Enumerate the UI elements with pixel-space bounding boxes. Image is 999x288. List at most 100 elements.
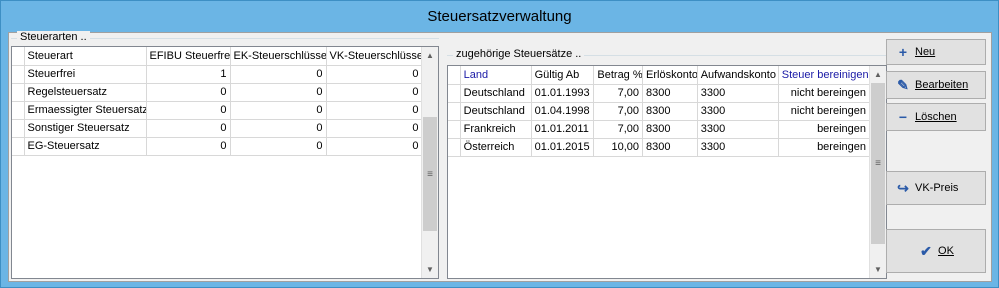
tax-rates-group: zugehörige Steuersätze .. Land Gültig Ab… [447,48,889,279]
row-indicator[interactable] [12,101,25,120]
table-cell[interactable]: 8300 [642,84,698,103]
col-header-land[interactable]: Land [460,66,532,85]
client-area: Steuerarten .. Steuerart EFIBU Steuerfre… [8,31,992,282]
scroll-up-icon[interactable]: ▲ [422,47,438,64]
table-cell[interactable]: 0 [230,65,327,84]
table-cell[interactable]: 0 [326,101,423,120]
scroll-thumb[interactable]: ≡ [871,83,885,244]
col-header-erloeskonto[interactable]: Erlöskonto [642,66,698,85]
table-cell[interactable]: 01.04.1998 [531,102,595,121]
scroll-up-icon[interactable]: ▲ [870,66,886,83]
row-indicator[interactable] [448,138,461,157]
price-icon: ↪ [897,179,909,196]
row-indicator[interactable] [448,102,461,121]
table-cell[interactable]: 10,00 [593,138,644,157]
table-cell[interactable]: 3300 [697,138,779,157]
table-cell[interactable]: nicht bereingen [778,84,871,103]
table-cell[interactable]: 0 [230,83,327,102]
tax-rates-header-row: Land Gültig Ab Betrag % Erlöskonto Aufwa… [448,66,871,85]
col-header-aufwandskonto[interactable]: Aufwandskonto [697,66,779,85]
table-cell[interactable]: 0 [326,119,423,138]
delete-button[interactable]: − Löschen [886,103,986,131]
table-cell[interactable]: 0 [146,119,231,138]
table-row[interactable]: Sonstiger Steuersatz 0 0 0 [12,119,423,138]
table-cell[interactable]: Sonstiger Steuersatz [24,119,147,138]
edit-button[interactable]: ✎ Bearbeiten [886,71,986,99]
table-row[interactable]: EG-Steuersatz 0 0 0 [12,137,423,156]
row-indicator[interactable] [448,84,461,103]
tax-types-header-row: Steuerart EFIBU Steuerfrei EK-Steuerschl… [12,47,423,66]
tax-rates-grid[interactable]: Land Gültig Ab Betrag % Erlöskonto Aufwa… [447,65,887,279]
table-cell[interactable]: 3300 [697,84,779,103]
row-indicator[interactable] [12,119,25,138]
table-row[interactable]: Deutschland 01.04.1998 7,00 8300 3300 nicht b… [448,102,871,121]
row-indicator[interactable] [448,120,461,139]
tax-rates-scrollbar[interactable]: ▲ ≡ ▼ [869,66,886,278]
col-header-efibu[interactable]: EFIBU Steuerfrei [146,47,231,66]
table-cell[interactable]: Frankreich [460,120,532,139]
main-window: Steuersatzverwaltung Steuerarten .. Steu… [0,0,999,288]
tax-types-table: Steuerart EFIBU Steuerfrei EK-Steuerschl… [12,47,423,156]
table-cell[interactable]: 0 [326,65,423,84]
tax-types-group: Steuerarten .. Steuerart EFIBU Steuerfre… [11,31,439,279]
table-cell[interactable]: 01.01.1993 [531,84,595,103]
row-indicator[interactable] [12,83,25,102]
row-indicator[interactable] [12,65,25,84]
col-header-steuer-bereinigen[interactable]: Steuer bereinigen [778,66,871,85]
ok-button[interactable]: ✔ OK [886,229,986,273]
row-indicator[interactable] [12,137,25,156]
col-header-vk[interactable]: VK-Steuerschlüssel [326,47,423,66]
table-cell[interactable]: 8300 [642,138,698,157]
table-cell[interactable]: 7,00 [593,120,644,139]
table-row[interactable]: Steuerfrei 1 0 0 [12,65,423,84]
table-cell[interactable]: Deutschland [460,102,532,121]
table-cell[interactable]: Regelsteuersatz [24,83,147,102]
minus-icon: − [898,109,908,125]
table-cell[interactable]: Steuerfrei [24,65,147,84]
new-button[interactable]: + Neu [886,39,986,65]
table-cell[interactable]: 1 [146,65,231,84]
table-cell[interactable]: 0 [146,137,231,156]
col-header-steuerart[interactable]: Steuerart [24,47,147,66]
table-cell[interactable]: 01.01.2015 [531,138,595,157]
col-header-ek[interactable]: EK-Steuerschlüssel [230,47,327,66]
table-cell[interactable]: 0 [230,137,327,156]
table-row[interactable]: Ermaessigter Steuersatz 0 0 0 [12,101,423,120]
table-cell[interactable]: EG-Steuersatz [24,137,147,156]
table-cell[interactable]: 0 [326,137,423,156]
table-row[interactable]: Österreich 01.01.2015 10,00 8300 3300 bereing… [448,138,871,157]
new-button-label: Neu [915,46,936,58]
scroll-down-icon[interactable]: ▼ [422,261,438,278]
table-cell[interactable]: 7,00 [593,84,644,103]
table-cell[interactable]: 7,00 [593,102,644,121]
table-cell[interactable]: 0 [326,83,423,102]
table-cell[interactable]: Österreich [460,138,532,157]
table-row[interactable]: Deutschland 01.01.1993 7,00 8300 3300 nicht b… [448,84,871,103]
tax-types-grid[interactable]: Steuerart EFIBU Steuerfrei EK-Steuerschl… [11,46,439,279]
delete-button-label: Löschen [915,111,957,123]
table-cell[interactable]: bereingen [778,120,871,139]
table-cell[interactable]: 3300 [697,120,779,139]
table-row[interactable]: Regelsteuersatz 0 0 0 [12,83,423,102]
pencil-icon: ✎ [897,76,909,93]
tax-rates-group-label: zugehörige Steuersätze .. [453,48,585,60]
table-cell[interactable]: Ermaessigter Steuersatz [24,101,147,120]
vk-price-button[interactable]: ↪ VK-Preis [886,171,986,205]
table-row[interactable]: Frankreich 01.01.2011 7,00 8300 3300 bereinge… [448,120,871,139]
table-cell[interactable]: 0 [230,119,327,138]
tax-types-scrollbar[interactable]: ▲ ≡ ▼ [421,47,438,278]
table-cell[interactable]: Deutschland [460,84,532,103]
scroll-down-icon[interactable]: ▼ [870,261,886,278]
table-cell[interactable]: 0 [146,101,231,120]
table-cell[interactable]: 0 [146,83,231,102]
table-cell[interactable]: 8300 [642,102,698,121]
col-header-betrag[interactable]: Betrag % [593,66,644,85]
table-cell[interactable]: nicht bereingen [778,102,871,121]
table-cell[interactable]: 8300 [642,120,698,139]
table-cell[interactable]: bereingen [778,138,871,157]
col-header-gueltig[interactable]: Gültig Ab [531,66,595,85]
table-cell[interactable]: 3300 [697,102,779,121]
table-cell[interactable]: 01.01.2011 [531,120,595,139]
scroll-thumb[interactable]: ≡ [423,117,437,231]
table-cell[interactable]: 0 [230,101,327,120]
